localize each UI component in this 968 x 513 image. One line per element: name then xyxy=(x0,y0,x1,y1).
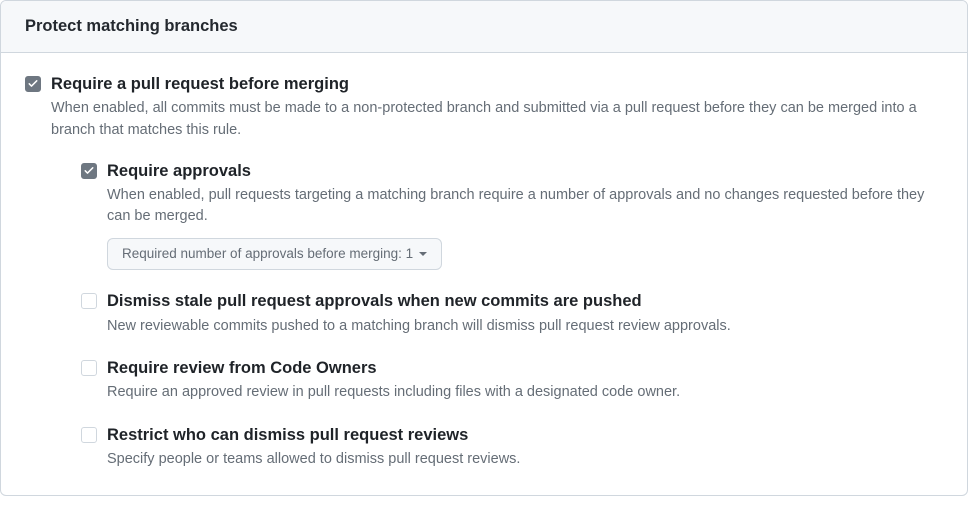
option-content: Require a pull request before merging Wh… xyxy=(51,73,943,471)
option-title: Require a pull request before merging xyxy=(51,73,943,96)
panel-title: Protect matching branches xyxy=(25,17,943,36)
option-content: Require review from Code Owners Require … xyxy=(107,357,943,404)
option-title: Require review from Code Owners xyxy=(107,357,943,380)
option-content: Require approvals When enabled, pull req… xyxy=(107,160,943,271)
option-dismiss-stale: Dismiss stale pull request approvals whe… xyxy=(81,290,943,337)
option-desc: Specify people or teams allowed to dismi… xyxy=(107,449,943,471)
option-title: Dismiss stale pull request approvals whe… xyxy=(107,290,943,313)
option-content: Restrict who can dismiss pull request re… xyxy=(107,424,943,471)
approvals-count-dropdown[interactable]: Required number of approvals before merg… xyxy=(107,238,442,270)
panel-header: Protect matching branches xyxy=(1,1,967,53)
checkbox-restrict-dismiss[interactable] xyxy=(81,427,97,443)
option-restrict-dismiss: Restrict who can dismiss pull request re… xyxy=(81,424,943,471)
checkbox-dismiss-stale[interactable] xyxy=(81,293,97,309)
option-code-owners: Require review from Code Owners Require … xyxy=(81,357,943,404)
option-desc: When enabled, pull requests targeting a … xyxy=(107,185,943,229)
caret-down-icon xyxy=(419,252,427,256)
option-require-pr: Require a pull request before merging Wh… xyxy=(25,73,943,471)
option-title: Restrict who can dismiss pull request re… xyxy=(107,424,943,447)
checkbox-require-pr[interactable] xyxy=(25,76,41,92)
checkbox-require-approvals[interactable] xyxy=(81,163,97,179)
option-desc: Require an approved review in pull reque… xyxy=(107,382,943,404)
check-icon xyxy=(83,165,95,177)
option-title: Require approvals xyxy=(107,160,943,183)
option-desc: New reviewable commits pushed to a match… xyxy=(107,316,943,338)
checkbox-code-owners[interactable] xyxy=(81,360,97,376)
nested-options: Require approvals When enabled, pull req… xyxy=(81,160,943,471)
option-content: Dismiss stale pull request approvals whe… xyxy=(107,290,943,337)
panel-body: Require a pull request before merging Wh… xyxy=(1,53,967,495)
option-desc: When enabled, all commits must be made t… xyxy=(51,98,943,142)
dropdown-label: Required number of approvals before merg… xyxy=(122,244,413,264)
protect-branches-panel: Protect matching branches Require a pull… xyxy=(0,0,968,496)
check-icon xyxy=(27,78,39,90)
option-require-approvals: Require approvals When enabled, pull req… xyxy=(81,160,943,271)
